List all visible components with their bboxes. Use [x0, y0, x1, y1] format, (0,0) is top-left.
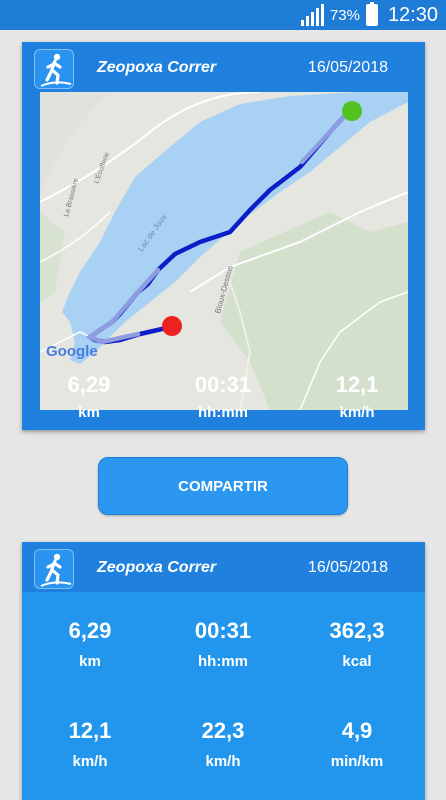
- clock: 12:30: [387, 3, 438, 26]
- detail-avg-speed: 12,1 km/h: [68, 718, 112, 770]
- app-name: Zeopoxa Correr: [97, 559, 217, 576]
- runner-app-icon: [34, 549, 74, 589]
- card-header: Zeopoxa Correr 16/05/2018: [22, 42, 425, 96]
- signal-icon: [300, 4, 324, 26]
- map-attribution: Google: [46, 343, 98, 360]
- map-label-brassiere: La Brassière: [63, 178, 80, 218]
- battery-percent: 73%: [329, 6, 360, 24]
- activity-map-card[interactable]: Zeopoxa Correr 16/05/2018 Lac de Joux Bi…: [22, 42, 425, 430]
- stat-duration: 00:31 hh:mm: [194, 372, 252, 421]
- stat-speed: 12,1 km/h: [335, 372, 379, 421]
- detail-max-speed: 22,3 km/h: [201, 718, 245, 770]
- app-name: Zeopoxa Correr: [97, 59, 217, 76]
- route-map[interactable]: Lac de Joux Bioux-Dessus La Brassière L'…: [40, 92, 408, 410]
- route-start-marker: [342, 101, 362, 121]
- stat-distance: 6,29 km: [67, 372, 111, 421]
- card-header: Zeopoxa Correr 16/05/2018: [22, 542, 425, 592]
- runner-app-icon: [34, 49, 74, 89]
- share-button[interactable]: COMPARTIR: [98, 457, 348, 515]
- activity-details-card[interactable]: Zeopoxa Correr 16/05/2018 6,29 km 00:31 …: [22, 542, 425, 800]
- map-label-abbaye: L'Écofferie: [91, 151, 111, 185]
- activity-date: 16/05/2018: [307, 59, 388, 76]
- activity-date: 16/05/2018: [307, 559, 388, 576]
- route-end-marker: [162, 316, 182, 336]
- summary-stats: 6,29 km 00:31 hh:mm 12,1 km/h: [22, 372, 425, 430]
- detail-duration: 00:31 hh:mm: [194, 618, 252, 670]
- detail-distance: 6,29 km: [68, 618, 112, 670]
- detail-pace: 4,9 min/km: [330, 718, 384, 770]
- status-bar: 73% 12:30: [0, 0, 446, 30]
- battery-icon: [365, 2, 378, 26]
- detail-calories: 362,3 kcal: [329, 618, 385, 670]
